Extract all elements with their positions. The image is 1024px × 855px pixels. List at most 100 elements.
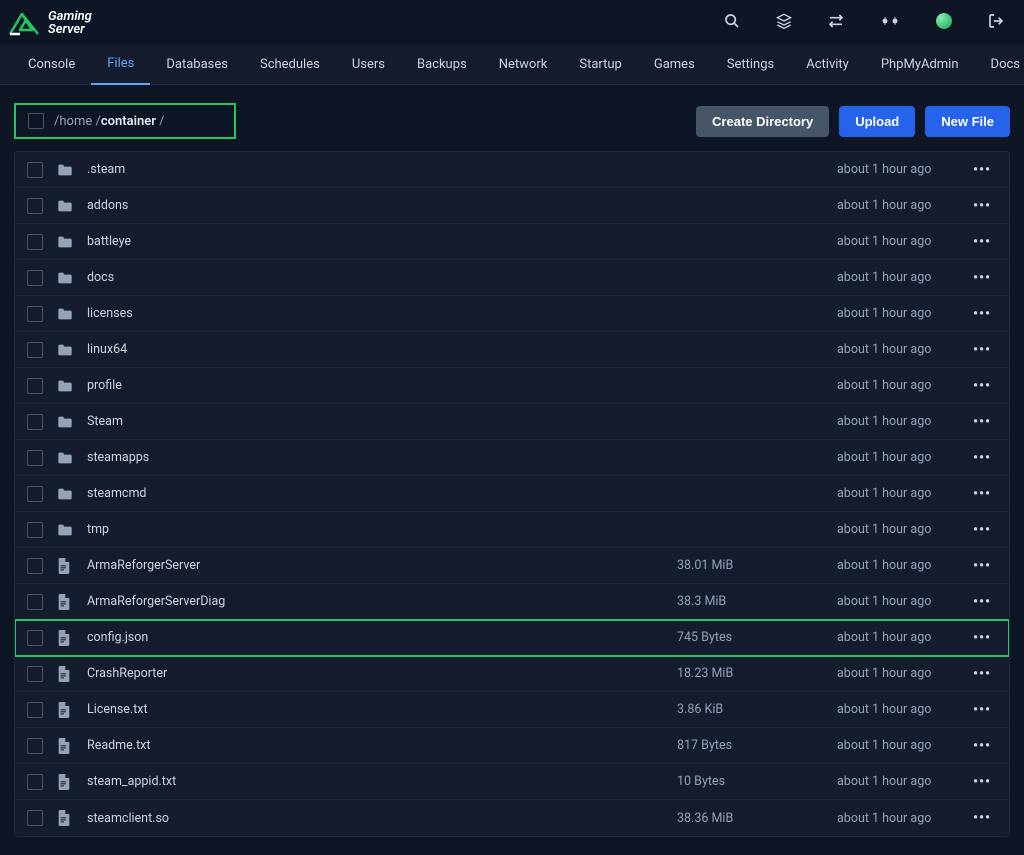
row-checkbox[interactable] [27,630,43,646]
settings-icons[interactable] [880,14,900,32]
file-size: 38.3 MiB [677,594,837,609]
file-row[interactable]: ArmaReforgerServerDiag38.3 MiBabout 1 ho… [15,584,1009,620]
more-icon[interactable]: ••• [967,378,997,394]
row-checkbox[interactable] [27,522,43,538]
more-icon[interactable]: ••• [967,666,997,682]
file-icon [57,774,75,790]
tab-startup[interactable]: Startup [563,45,638,85]
new-file-button[interactable]: New File [925,106,1010,137]
file-size: 745 Bytes [677,630,837,645]
file-date: about 1 hour ago [837,522,967,537]
select-all-checkbox[interactable] [28,113,44,129]
more-icon[interactable]: ••• [967,342,997,358]
folder-row[interactable]: .steamabout 1 hour ago••• [15,152,1009,188]
file-row[interactable]: Readme.txt817 Bytesabout 1 hour ago••• [15,728,1009,764]
create-directory-button[interactable]: Create Directory [696,106,829,137]
breadcrumb[interactable]: /home /container / [54,114,165,129]
row-checkbox[interactable] [27,270,43,286]
row-checkbox[interactable] [27,486,43,502]
file-row[interactable]: ArmaReforgerServer38.01 MiBabout 1 hour … [15,548,1009,584]
more-icon[interactable]: ••• [967,594,997,610]
transfer-icon[interactable] [828,13,844,33]
layers-icon[interactable] [776,13,792,33]
more-icon[interactable]: ••• [967,270,997,286]
file-list: .steamabout 1 hour ago•••addonsabout 1 h… [14,151,1010,837]
more-icon[interactable]: ••• [967,630,997,646]
breadcrumb-current[interactable]: container [101,114,156,129]
row-checkbox[interactable] [27,306,43,322]
tab-docs[interactable]: Docs [975,45,1024,85]
globe-icon[interactable] [936,13,952,33]
folder-icon [57,379,75,393]
folder-row[interactable]: addonsabout 1 hour ago••• [15,188,1009,224]
folder-row[interactable]: licensesabout 1 hour ago••• [15,296,1009,332]
logout-icon[interactable] [988,13,1004,33]
logo[interactable]: Gaming Server [8,8,92,38]
tab-phpmyadmin[interactable]: PhpMyAdmin [865,45,975,85]
file-name: ArmaReforgerServerDiag [87,594,677,609]
file-row[interactable]: config.json745 Bytesabout 1 hour ago••• [15,620,1009,656]
tab-activity[interactable]: Activity [790,45,865,85]
more-icon[interactable]: ••• [967,702,997,718]
folder-row[interactable]: battleyeabout 1 hour ago••• [15,224,1009,260]
row-checkbox[interactable] [27,810,43,826]
row-checkbox[interactable] [27,378,43,394]
row-checkbox[interactable] [27,702,43,718]
header-icons [724,13,1004,33]
breadcrumb-root[interactable]: home [59,114,92,129]
more-icon[interactable]: ••• [967,234,997,250]
folder-row[interactable]: linux64about 1 hour ago••• [15,332,1009,368]
row-checkbox[interactable] [27,738,43,754]
row-checkbox[interactable] [27,162,43,178]
row-checkbox[interactable] [27,198,43,214]
logo-text-2: Server [48,23,92,36]
row-checkbox[interactable] [27,774,43,790]
file-size: 10 Bytes [677,774,837,789]
tab-settings[interactable]: Settings [711,45,790,85]
file-row[interactable]: CrashReporter18.23 MiBabout 1 hour ago••… [15,656,1009,692]
folder-row[interactable]: Steamabout 1 hour ago••• [15,404,1009,440]
row-checkbox[interactable] [27,450,43,466]
folder-icon [57,343,75,357]
tab-backups[interactable]: Backups [401,45,483,85]
folder-row[interactable]: steamcmdabout 1 hour ago••• [15,476,1009,512]
more-icon[interactable]: ••• [967,306,997,322]
file-row[interactable]: steamclient.so38.36 MiBabout 1 hour ago•… [15,800,1009,836]
more-icon[interactable]: ••• [967,522,997,538]
row-checkbox[interactable] [27,558,43,574]
file-row[interactable]: steam_appid.txt10 Bytesabout 1 hour ago•… [15,764,1009,800]
tab-network[interactable]: Network [483,45,564,85]
more-icon[interactable]: ••• [967,198,997,214]
tab-databases[interactable]: Databases [150,45,244,85]
row-checkbox[interactable] [27,414,43,430]
tab-games[interactable]: Games [638,45,711,85]
search-icon[interactable] [724,13,740,33]
more-icon[interactable]: ••• [967,414,997,430]
folder-row[interactable]: steamappsabout 1 hour ago••• [15,440,1009,476]
folder-icon [57,199,75,213]
more-icon[interactable]: ••• [967,738,997,754]
more-icon[interactable]: ••• [967,450,997,466]
file-date: about 1 hour ago [837,414,967,429]
folder-icon [57,415,75,429]
more-icon[interactable]: ••• [967,162,997,178]
tab-users[interactable]: Users [336,45,401,85]
row-checkbox[interactable] [27,594,43,610]
row-checkbox[interactable] [27,666,43,682]
header: Gaming Server [0,0,1024,45]
more-icon[interactable]: ••• [967,810,997,826]
folder-row[interactable]: tmpabout 1 hour ago••• [15,512,1009,548]
upload-button[interactable]: Upload [839,106,915,137]
file-name: steamcmd [87,486,677,501]
row-checkbox[interactable] [27,234,43,250]
folder-row[interactable]: docsabout 1 hour ago••• [15,260,1009,296]
more-icon[interactable]: ••• [967,558,997,574]
folder-row[interactable]: profileabout 1 hour ago••• [15,368,1009,404]
more-icon[interactable]: ••• [967,774,997,790]
tab-console[interactable]: Console [12,45,91,85]
tab-files[interactable]: Files [91,45,150,85]
row-checkbox[interactable] [27,342,43,358]
tab-schedules[interactable]: Schedules [244,45,336,85]
file-row[interactable]: License.txt3.86 KiBabout 1 hour ago••• [15,692,1009,728]
more-icon[interactable]: ••• [967,486,997,502]
